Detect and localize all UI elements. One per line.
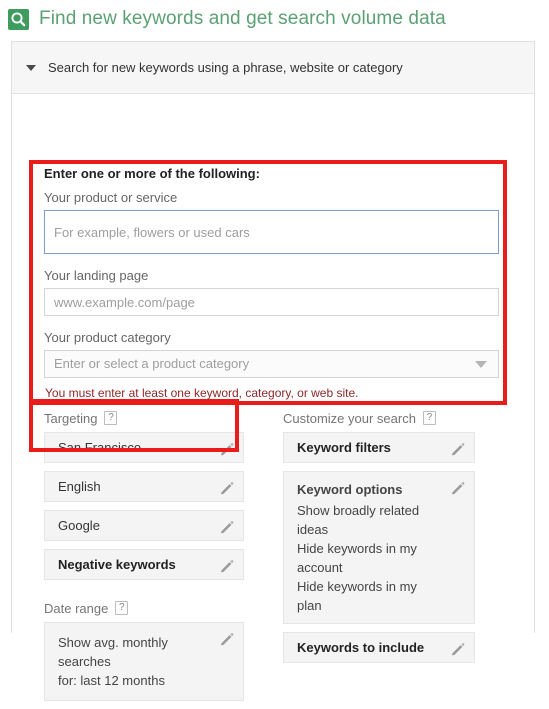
targeting-section-title: Targeting ? [44, 410, 244, 426]
product-or-service-input[interactable] [44, 210, 499, 254]
date-range-line-2: for: last 12 months [58, 673, 165, 688]
targeting-item-label: Negative keywords [58, 557, 176, 572]
date-range-title-label: Date range [44, 600, 109, 616]
customize-section-title: Customize your search ? [283, 410, 475, 426]
product-category-field-label: Your product category [44, 330, 171, 345]
page-header: Find new keywords and get search volume … [0, 0, 549, 38]
caret-down-icon [26, 64, 36, 71]
targeting-item-language[interactable]: English [44, 471, 244, 502]
keywords-to-include-label: Keywords to include [297, 640, 425, 655]
pencil-icon[interactable] [450, 441, 466, 457]
targeting-item-location[interactable]: San Francisco [44, 432, 244, 463]
keyword-option-line-3: Hide keywords in my plan [297, 579, 417, 613]
pencil-icon[interactable] [219, 558, 235, 574]
date-range-help-icon[interactable]: ? [115, 601, 129, 615]
keyword-options-card[interactable]: Keyword options Show broadly related ide… [283, 471, 475, 624]
targeting-item-label: English [58, 479, 101, 494]
product-category-select-value: Enter or select a product category [44, 350, 499, 378]
collapsible-section-header[interactable]: Search for new keywords using a phrase, … [12, 42, 534, 94]
right-column: Customize your search ? Keyword filters … [275, 410, 475, 671]
inputs-heading: Enter one or more of the following: [44, 166, 260, 181]
customize-help-icon[interactable]: ? [422, 411, 436, 425]
landing-page-field-label: Your landing page [44, 268, 149, 283]
date-range-card[interactable]: Show avg. monthly searches for: last 12 … [44, 622, 244, 701]
targeting-item-label: Google [58, 518, 100, 533]
date-range-line-1: Show avg. monthly searches [58, 635, 168, 669]
keyword-option-line-1: Show broadly related ideas [297, 503, 420, 537]
product-field-label: Your product or service [44, 190, 178, 205]
validation-warning-text: You must enter at least one keyword, cat… [45, 386, 359, 400]
keyword-option-line-2: Hide keywords in my account [297, 541, 417, 575]
pencil-icon[interactable] [450, 641, 466, 657]
page-title: Find new keywords and get search volume … [39, 8, 446, 29]
targeting-item-network[interactable]: Google [44, 510, 244, 541]
pencil-icon[interactable] [219, 519, 235, 535]
targeting-item-negative-keywords[interactable]: Negative keywords [44, 549, 244, 580]
keyword-filters-card[interactable]: Keyword filters [283, 432, 475, 463]
search-panel: Search for new keywords using a phrase, … [11, 41, 535, 701]
keywords-to-include-card[interactable]: Keywords to include [283, 632, 475, 663]
pencil-icon[interactable] [450, 480, 466, 496]
targeting-item-label: San Francisco [58, 440, 142, 455]
left-column: Targeting ? San Francisco English Google… [36, 410, 244, 709]
product-category-select[interactable]: Enter or select a product category [44, 350, 499, 378]
landing-page-input[interactable] [44, 288, 499, 316]
keyword-filters-label: Keyword filters [297, 440, 391, 455]
targeting-help-icon[interactable]: ? [104, 411, 118, 425]
customize-title-label: Customize your search [283, 410, 416, 426]
keyword-inputs-group: Enter one or more of the following: Your… [36, 166, 500, 400]
left-column-spacer [36, 588, 244, 600]
keyword-options-label: Keyword options [297, 482, 403, 497]
search-icon [8, 8, 29, 30]
pencil-icon[interactable] [219, 631, 235, 647]
date-range-section-title: Date range ? [44, 600, 244, 616]
targeting-title-label: Targeting [44, 410, 98, 426]
pencil-icon[interactable] [219, 441, 235, 457]
dropdown-caret-icon [475, 361, 487, 368]
collapsible-section-label: Search for new keywords using a phrase, … [48, 60, 403, 75]
pencil-icon[interactable] [219, 480, 235, 496]
